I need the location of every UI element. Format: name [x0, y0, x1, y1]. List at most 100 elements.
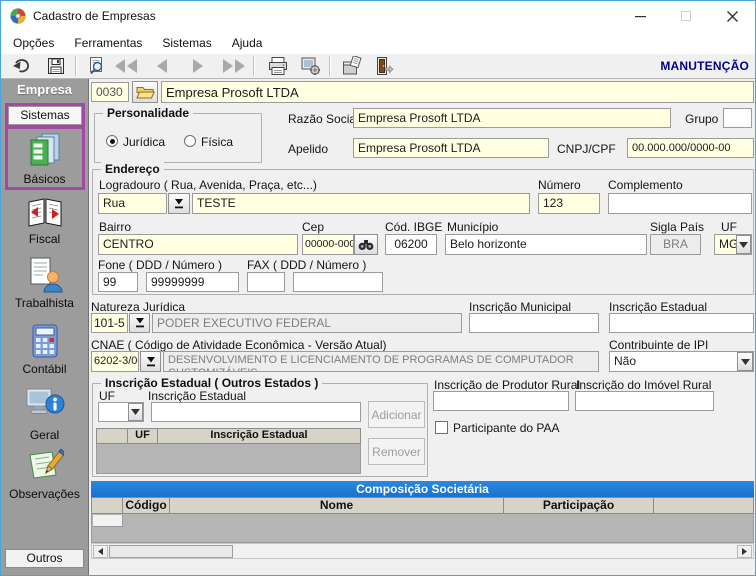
municipio-field[interactable]: Belo horizonte: [445, 234, 647, 255]
natureza-codigo-field[interactable]: 101-5: [91, 313, 128, 333]
numero-label: Número: [538, 178, 581, 192]
paa-checkbox[interactable]: [435, 421, 448, 434]
natureza-descricao-field: PODER EXECUTIVO FEDERAL: [152, 313, 462, 333]
ipi-combobox[interactable]: Não: [609, 351, 754, 372]
uf-dropdown-button[interactable]: [736, 235, 751, 254]
first-record-button[interactable]: [111, 54, 141, 78]
composicao-header-blank-left: [91, 497, 123, 514]
cnpj-field[interactable]: 00.000.000/0000-00: [627, 138, 754, 158]
cnae-codigo-field[interactable]: 6202-3/00: [91, 351, 139, 372]
mode-badge: MANUTENÇÃO: [660, 59, 749, 73]
composicao-title-bar: Composição Societária: [91, 481, 754, 498]
logradouro-field[interactable]: TESTE: [192, 193, 530, 214]
natureza-lookup-button[interactable]: [129, 313, 150, 333]
sistemas-button[interactable]: Sistemas: [8, 106, 82, 125]
fax-field[interactable]: [293, 272, 383, 292]
lookup-arrow-icon: [173, 198, 185, 210]
ie-table-header-inscricao: Inscrição Estadual: [157, 428, 361, 444]
remover-button[interactable]: Remover: [368, 438, 425, 465]
scroll-right-icon: [742, 548, 747, 555]
save-button[interactable]: [41, 54, 71, 78]
menu-opcoes[interactable]: Opções: [3, 32, 64, 54]
fone-field[interactable]: 99999999: [146, 272, 239, 292]
last-record-icon: [221, 57, 247, 75]
cep-search-button[interactable]: [354, 234, 378, 255]
numero-field[interactable]: 123: [538, 193, 600, 214]
preview-button[interactable]: [81, 54, 111, 78]
scroll-left-icon: [98, 548, 103, 555]
sidebar-item-label: Básicos: [1, 172, 88, 186]
scrollbar-thumb[interactable]: [109, 545, 233, 558]
discard-button[interactable]: [337, 54, 367, 78]
maximize-button: [663, 1, 709, 31]
open-record-button[interactable]: [132, 81, 158, 103]
tipo-logradouro-field[interactable]: Rua: [98, 193, 167, 214]
produtor-rural-label: Inscrição de Produtor Rural: [434, 378, 580, 392]
cnae-lookup-button[interactable]: [140, 351, 161, 372]
apelido-label: Apelido: [288, 142, 328, 156]
record-name-field[interactable]: Empresa Prosoft LTDA: [161, 81, 754, 103]
apelido-field[interactable]: Empresa Prosoft LTDA: [353, 138, 549, 158]
imovel-rural-field[interactable]: [575, 391, 714, 411]
ipi-dropdown-button[interactable]: [737, 352, 753, 371]
ibge-field[interactable]: 06200: [385, 234, 437, 255]
grupo-field[interactable]: [723, 108, 752, 128]
last-record-button[interactable]: [219, 54, 249, 78]
bairro-field[interactable]: CENTRO: [98, 234, 298, 255]
cep-field[interactable]: 00000-000: [302, 234, 354, 255]
composicao-header-nome: Nome: [169, 497, 504, 514]
exit-button[interactable]: [369, 54, 399, 78]
print-button[interactable]: [263, 54, 293, 78]
inscricao-municipal-field[interactable]: [469, 313, 599, 333]
municipio-label: Município: [447, 220, 498, 234]
minimize-button[interactable]: [617, 1, 663, 31]
cnae-descricao-field: DESENVOLVIMENTO E LICENCIAMENTO DE PROGR…: [163, 351, 599, 372]
menu-ferramentas[interactable]: Ferramentas: [64, 32, 152, 54]
razao-social-field[interactable]: Empresa Prosoft LTDA: [353, 108, 671, 128]
record-code-field[interactable]: 0030: [91, 82, 129, 102]
sidebar-item-label: Observações: [1, 487, 88, 501]
toolbar-separator: [75, 56, 76, 76]
menu-ajuda[interactable]: Ajuda: [222, 32, 273, 54]
undo-button[interactable]: [7, 54, 37, 78]
fax-ddd-field[interactable]: [247, 272, 285, 292]
tipo-logradouro-lookup-button[interactable]: [168, 193, 190, 214]
close-button[interactable]: [709, 1, 755, 31]
cnae-label: CNAE ( Código de Atividade Econômica - V…: [91, 338, 387, 352]
sidebar-header: Empresa: [1, 79, 88, 101]
composicao-hscrollbar[interactable]: [91, 543, 754, 559]
radio-fisica[interactable]: [184, 135, 196, 147]
radio-juridica[interactable]: [106, 135, 118, 147]
previous-record-button[interactable]: [147, 54, 177, 78]
ibge-label: Cód. IBGE: [385, 220, 442, 234]
sidebar-item-label: Trabalhista: [1, 296, 88, 310]
outros-tab[interactable]: Outros: [5, 549, 84, 568]
ie-uf-dropdown-button[interactable]: [128, 403, 143, 421]
fax-label: FAX ( DDD / Número ): [247, 258, 366, 272]
radio-juridica-label: Jurídica: [123, 135, 165, 149]
uf-label: UF: [721, 220, 737, 234]
open-folder-icon: [136, 85, 155, 100]
scroll-right-button[interactable]: [737, 545, 752, 558]
fone-ddd-field[interactable]: 99: [98, 272, 138, 292]
grupo-label: Grupo: [685, 112, 718, 126]
produtor-rural-field[interactable]: [433, 391, 569, 411]
discard-icon: [341, 56, 363, 76]
exit-icon: [374, 56, 394, 76]
sidebar: Empresa Sistemas Básicos Fiscal Trabalhi…: [1, 79, 89, 575]
composicao-header-participacao: Participação: [503, 497, 654, 514]
next-record-button[interactable]: [183, 54, 213, 78]
adicionar-button[interactable]: Adicionar: [368, 401, 425, 428]
save-icon: [46, 56, 66, 76]
next-record-icon: [189, 57, 207, 75]
complemento-field[interactable]: [608, 193, 752, 214]
ie-table-body[interactable]: [96, 444, 361, 474]
scroll-left-button[interactable]: [93, 545, 108, 558]
print-setup-button[interactable]: [295, 54, 325, 78]
composicao-table-body[interactable]: [91, 514, 754, 543]
ie-inscricao-field[interactable]: [151, 402, 361, 422]
razao-social-label: Razão Social: [288, 112, 359, 126]
inscricao-estadual-field[interactable]: [609, 313, 754, 333]
menu-sistemas[interactable]: Sistemas: [152, 32, 221, 54]
fone-label: Fone ( DDD / Número ): [98, 258, 222, 272]
